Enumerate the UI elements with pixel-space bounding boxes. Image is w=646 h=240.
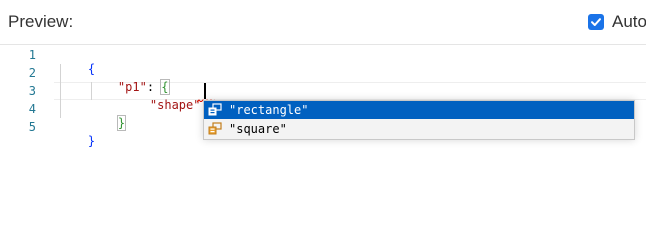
json-key: "shape" [149, 98, 201, 112]
line-number: 5 [28, 120, 36, 134]
line-number: 2 [28, 66, 36, 80]
suggestion-label: "square" [229, 122, 287, 136]
preview-title: Preview: [8, 12, 74, 31]
preview-header: Preview: Auto- [0, 0, 646, 44]
line-number: 3 [28, 84, 36, 98]
suggestion-label: "rectangle" [229, 103, 309, 117]
json-editor[interactable]: 1 2 3 4 5 { "p1": { "shape" : "" } } [0, 46, 646, 235]
line-number: 1 [28, 48, 36, 62]
enum-member-icon [207, 102, 223, 118]
auto-label: Auto- [612, 12, 646, 31]
suggestion-widget[interactable]: "rectangle" "square" [203, 100, 635, 140]
close-brace: } [116, 115, 127, 131]
auto-checkbox[interactable] [588, 14, 604, 30]
suggestion-item[interactable]: "rectangle" [204, 101, 634, 119]
auto-option[interactable]: Auto- [588, 12, 646, 32]
code-line-5: } [59, 120, 95, 162]
header-divider [0, 44, 646, 45]
checkmark-icon [591, 18, 601, 26]
line-number: 4 [28, 102, 36, 116]
enum-member-icon [207, 121, 223, 137]
suggestion-item[interactable]: "square" [204, 120, 634, 138]
text-cursor [204, 83, 206, 99]
close-brace: } [87, 134, 96, 148]
